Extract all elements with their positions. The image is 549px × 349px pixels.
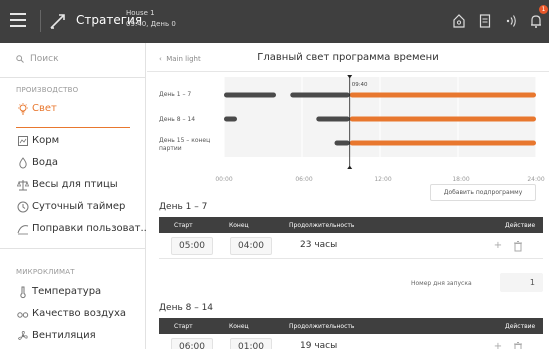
sidebar-item-label: Весы для птицы (32, 179, 118, 190)
sidebar-item-temperature[interactable]: Температура (0, 281, 146, 303)
bulb-icon (18, 103, 28, 115)
sidebar-item-label: Вода (32, 157, 59, 168)
current-time-label: 09:40 (352, 82, 368, 88)
col-end: Конец (229, 222, 249, 229)
trash-icon[interactable] (511, 340, 525, 349)
timeline-segment (316, 116, 350, 122)
start-time-input[interactable]: 06:00 (171, 338, 213, 349)
current-time-bottom-marker (347, 165, 353, 169)
fan-icon (18, 331, 28, 340)
sidebar-item-feed[interactable]: Корм (0, 130, 146, 152)
light-program-chart: 09:40 День 1 – 7 День 8 – 14 День 15 – к… (147, 71, 549, 181)
x-tick-label: 12:00 (374, 176, 392, 183)
row-label: День 8 – 14 (159, 116, 196, 123)
row-label: День 1 – 7 (159, 91, 192, 98)
thermometer-icon (20, 286, 26, 299)
house-info[interactable]: House 1 09:40, День 0 (126, 8, 176, 30)
house-time-day: 09:40, День 0 (126, 20, 176, 28)
house-name: House 1 (126, 9, 155, 17)
col-duration: Продолжительность (289, 222, 355, 229)
table-row: 06:00 01:00 19 часы + (159, 334, 543, 349)
sidebar-item-label: Свет (32, 103, 57, 114)
timeline-segment (290, 92, 350, 98)
col-action: Действие (505, 222, 536, 229)
subprogram-title: День 1 – 7 (159, 202, 208, 212)
home-icon[interactable] (452, 12, 466, 30)
sidebar-item-scales[interactable]: Весы для птицы (0, 174, 146, 196)
section-production: ПРОИЗВОДСТВО (16, 86, 79, 94)
sidebar-item-label: Температура (32, 286, 102, 297)
duration-value: 23 часы (300, 240, 338, 250)
col-duration: Продолжительность (289, 323, 355, 330)
sidebar: Поиск ПРОИЗВОДСТВО Свет Корм Вода Весы д… (0, 43, 150, 349)
x-tick-label: 24:00 (527, 176, 545, 183)
gantt-svg: 09:40 (223, 75, 537, 169)
sidebar-item-timer[interactable]: Суточный таймер (0, 196, 146, 218)
sidebar-item-light[interactable]: Свет (0, 98, 146, 120)
bell-icon[interactable] (529, 12, 543, 30)
search-field[interactable]: Поиск (16, 54, 59, 64)
x-tick-label: 18:00 (452, 176, 470, 183)
search-underline (0, 77, 146, 78)
curve-icon (17, 225, 29, 235)
launch-day-label: Номер дня запуска (411, 280, 472, 287)
start-time-input[interactable]: 05:00 (171, 237, 213, 255)
top-bar: Стратегия House 1 09:40, День 0 1 (0, 0, 549, 43)
main-content: ‹ Main light Главный свет программа врем… (147, 43, 549, 349)
feed-icon (18, 136, 28, 146)
scale-icon (16, 180, 30, 191)
row-label: День 15 – конец партии (159, 137, 211, 152)
strategy-icon (50, 14, 65, 29)
add-subprogram-button[interactable]: Добавить подпрограмму (430, 184, 536, 201)
col-action: Действие (505, 323, 536, 330)
co2-icon (17, 312, 29, 318)
table-header: Старт Конец Продолжительность Действие (159, 217, 543, 233)
timeline-segment (224, 116, 237, 122)
topbar-divider (40, 10, 41, 32)
search-placeholder: Поиск (30, 54, 59, 64)
section-microclimate: МИКРОКЛИМАТ (16, 268, 75, 276)
sidebar-item-label: Поправки пользоват... (32, 223, 151, 234)
table-row: 05:00 04:00 23 часы + (159, 233, 543, 259)
trash-icon[interactable] (511, 239, 525, 253)
search-icon (16, 54, 24, 63)
signal-icon[interactable] (502, 12, 518, 30)
table-header: Старт Конец Продолжительность Действие (159, 318, 543, 334)
duration-value: 19 часы (300, 341, 338, 349)
sidebar-item-label: Суточный таймер (32, 201, 126, 212)
end-time-input[interactable]: 04:00 (230, 237, 272, 255)
alert-badge: 1 (539, 5, 548, 14)
timeline-segment (349, 92, 536, 98)
timeline-segment (349, 140, 536, 146)
sidebar-item-label: Вентиляция (32, 330, 96, 341)
water-drop-icon (19, 157, 27, 169)
x-tick-label: 06:00 (295, 176, 313, 183)
timeline-segment (334, 140, 350, 146)
sidebar-item-label: Качество воздуха (32, 308, 127, 319)
clipboard-icon[interactable] (478, 12, 492, 30)
col-start: Старт (174, 222, 193, 229)
active-item-underline (16, 127, 130, 128)
end-time-input[interactable]: 01:00 (230, 338, 272, 349)
add-icon[interactable]: + (491, 340, 505, 349)
subprogram-title: День 8 – 14 (159, 303, 214, 313)
sidebar-item-ventilation[interactable]: Вентиляция (0, 325, 146, 347)
sidebar-item-label: Корм (32, 135, 60, 146)
timer-icon (17, 201, 29, 213)
hamburger-menu-icon[interactable] (10, 13, 26, 27)
sidebar-divider (0, 248, 146, 249)
launch-day-input[interactable]: 1 (500, 273, 543, 292)
sidebar-item-user-corrections[interactable]: Поправки пользоват... (0, 218, 150, 240)
add-icon[interactable]: + (491, 239, 505, 253)
sidebar-item-air-quality[interactable]: Качество воздуха (0, 303, 146, 325)
sidebar-item-water[interactable]: Вода (0, 152, 146, 174)
col-start: Старт (174, 323, 193, 330)
timeline-segment (224, 92, 276, 98)
col-end: Конец (229, 323, 249, 330)
page-title: Главный свет программа времени (257, 52, 439, 63)
x-tick-label: 00:00 (215, 176, 233, 183)
timeline-segment (349, 116, 536, 122)
